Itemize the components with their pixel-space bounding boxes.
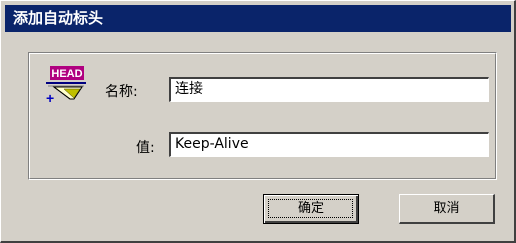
- name-label: 名称:: [105, 84, 138, 100]
- head-header-icon: HEAD +: [40, 65, 88, 109]
- head-badge-text: HEAD: [51, 68, 82, 80]
- cancel-button-label: 取消: [433, 201, 460, 216]
- value-label: 值:: [136, 140, 155, 156]
- ok-button-label: 确定: [297, 201, 324, 216]
- value-input[interactable]: Keep-Alive: [169, 132, 489, 157]
- plus-icon: +: [46, 90, 54, 106]
- name-input[interactable]: 连接: [169, 77, 489, 102]
- cancel-button[interactable]: 取消: [399, 194, 495, 224]
- header-group-box: [28, 52, 497, 180]
- dialog-title: 添加自动标头: [5, 5, 511, 32]
- ok-button[interactable]: 确定: [263, 194, 359, 224]
- add-auto-header-dialog: 添加自动标头 HEAD + 名称: 连接 值: Keep-Alive 确定 取消: [0, 0, 516, 243]
